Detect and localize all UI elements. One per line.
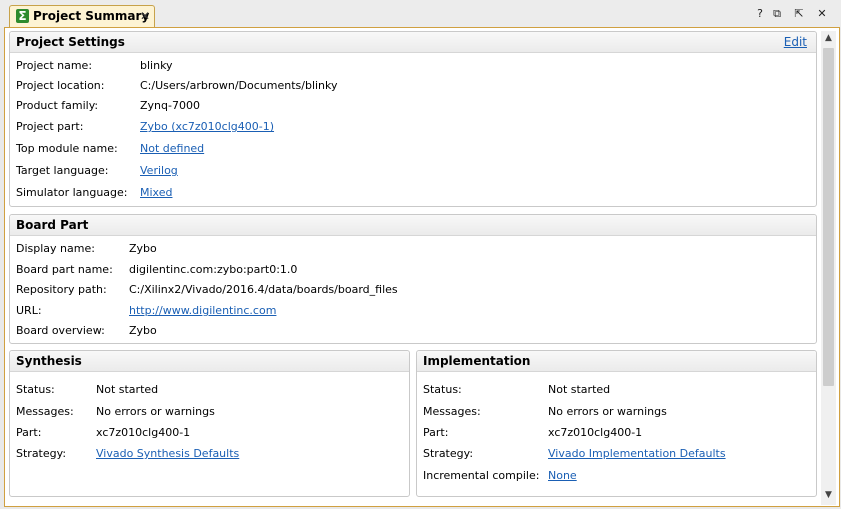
product-family-value: Zynq-7000 xyxy=(140,99,200,112)
edit-link[interactable]: Edit xyxy=(784,35,807,49)
display-name-value: Zybo xyxy=(129,242,157,255)
simulator-language-link[interactable]: Mixed xyxy=(140,186,172,199)
synthesis-messages-value: No errors or warnings xyxy=(96,405,215,418)
synthesis-section: Synthesis Status: Not started Messages: … xyxy=(9,350,410,497)
field-label: Board part name: xyxy=(16,263,113,276)
section-title: Implementation xyxy=(423,354,531,368)
field-label: Repository path: xyxy=(16,283,107,296)
close-window-icon[interactable]: ✕ xyxy=(814,6,830,22)
scroll-down-arrow-icon[interactable]: ▼ xyxy=(821,488,836,503)
project-settings-section: Project Settings Edit Project name: blin… xyxy=(9,31,817,207)
implementation-section: Implementation Status: Not started Messa… xyxy=(416,350,817,497)
repository-path-value: C:/Xilinx2/Vivado/2016.4/data/boards/boa… xyxy=(129,283,398,296)
tab-project-summary[interactable]: Σ Project Summary ✕ xyxy=(9,5,155,27)
field-label: Top module name: xyxy=(16,142,118,155)
implementation-status-value: Not started xyxy=(548,383,611,396)
board-url-link[interactable]: http://www.digilentinc.com xyxy=(129,304,276,317)
section-title: Synthesis xyxy=(16,354,82,368)
tab-close-icon[interactable]: ✕ xyxy=(140,9,150,23)
help-icon[interactable]: ? xyxy=(752,6,768,22)
tab-label: Project Summary xyxy=(33,9,150,23)
field-label: Project location: xyxy=(16,79,105,92)
project-name-value: blinky xyxy=(140,59,173,72)
field-label: Strategy: xyxy=(423,447,474,460)
project-part-link[interactable]: Zybo (xc7z010clg400-1) xyxy=(140,120,274,133)
field-label: Messages: xyxy=(423,405,481,418)
scroll-thumb[interactable] xyxy=(823,48,834,386)
implementation-part-value: xc7z010clg400-1 xyxy=(548,426,643,439)
detach-icon[interactable]: ⇱ xyxy=(791,6,807,22)
field-label: Messages: xyxy=(16,405,74,418)
implementation-messages-value: No errors or warnings xyxy=(548,405,667,418)
field-label: Part: xyxy=(16,426,42,439)
board-overview-value: Zybo xyxy=(129,324,157,337)
field-label: URL: xyxy=(16,304,42,317)
incremental-compile-link[interactable]: None xyxy=(548,469,577,482)
scroll-up-arrow-icon[interactable]: ▲ xyxy=(821,31,836,46)
field-label: Project part: xyxy=(16,120,84,133)
board-part-name-value: digilentinc.com:zybo:part0:1.0 xyxy=(129,263,298,276)
tab-bar: Σ Project Summary ✕ ? ⧉ ⇱ ✕ xyxy=(0,0,841,28)
top-module-link[interactable]: Not defined xyxy=(140,142,204,155)
synthesis-strategy-link[interactable]: Vivado Synthesis Defaults xyxy=(96,447,239,460)
section-header: Synthesis xyxy=(10,351,409,372)
section-header: Implementation xyxy=(417,351,816,372)
section-title: Project Settings xyxy=(16,35,125,49)
sigma-icon: Σ xyxy=(16,9,29,23)
field-label: Board overview: xyxy=(16,324,105,337)
field-label: Project name: xyxy=(16,59,93,72)
synthesis-part-value: xc7z010clg400-1 xyxy=(96,426,191,439)
field-label: Target language: xyxy=(16,164,109,177)
project-location-value: C:/Users/arbrown/Documents/blinky xyxy=(140,79,338,92)
board-part-section: Board Part Display name: Zybo Board part… xyxy=(9,214,817,344)
field-label: Display name: xyxy=(16,242,95,255)
field-label: Part: xyxy=(423,426,449,439)
field-label: Status: xyxy=(16,383,55,396)
field-label: Product family: xyxy=(16,99,99,112)
field-label: Incremental compile: xyxy=(423,469,540,482)
section-header: Board Part xyxy=(10,215,816,236)
implementation-strategy-link[interactable]: Vivado Implementation Defaults xyxy=(548,447,726,460)
section-title: Board Part xyxy=(16,218,89,232)
restore-icon[interactable]: ⧉ xyxy=(769,6,785,22)
synthesis-status-value: Not started xyxy=(96,383,159,396)
target-language-link[interactable]: Verilog xyxy=(140,164,178,177)
field-label: Status: xyxy=(423,383,462,396)
field-label: Simulator language: xyxy=(16,186,128,199)
section-header: Project Settings Edit xyxy=(10,32,816,53)
field-label: Strategy: xyxy=(16,447,67,460)
